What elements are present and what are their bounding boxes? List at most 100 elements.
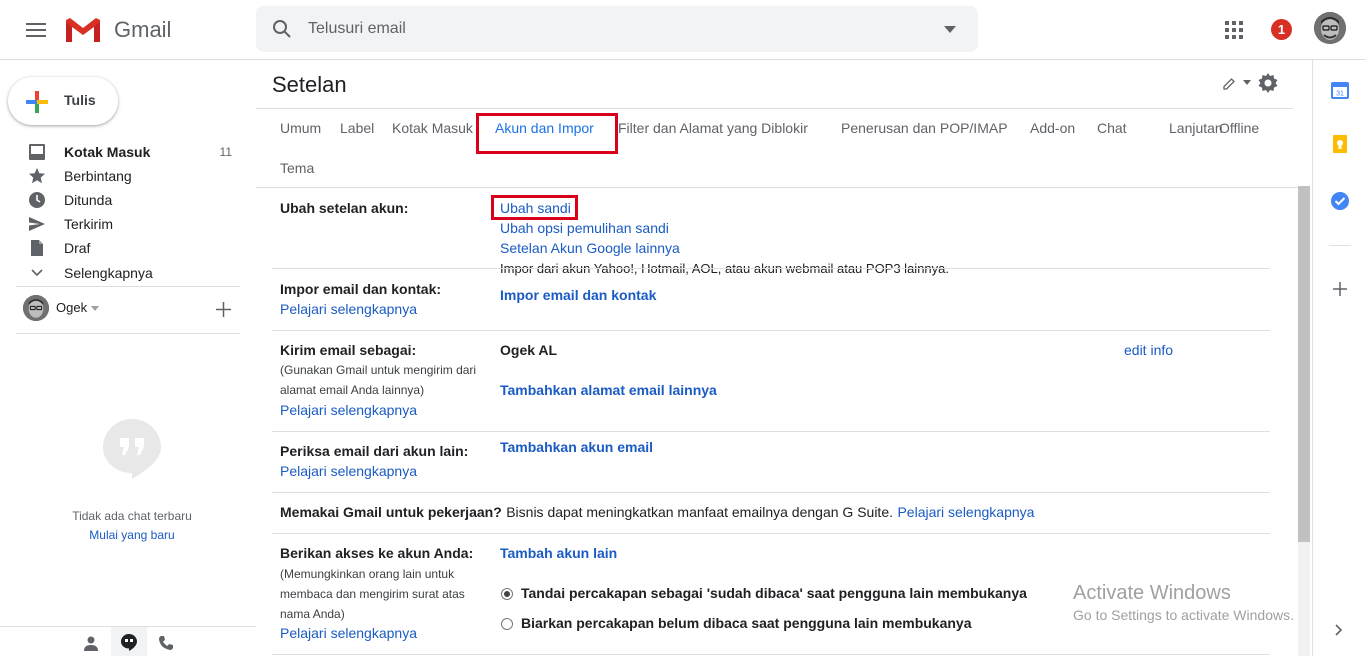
hangouts-quote-icon	[103, 419, 161, 479]
notification-badge[interactable]: 1	[1271, 19, 1292, 40]
section-label-import: Impor email dan kontak:	[280, 281, 442, 297]
nav-item-inbox[interactable]: Kotak Masuk 11	[0, 140, 248, 164]
clock-icon	[29, 192, 45, 208]
expand-panel-chevron-icon[interactable]	[1335, 624, 1343, 636]
learn-more-link[interactable]: Pelajari selengkapnya	[280, 301, 417, 317]
section-label-work: Memakai Gmail untuk pekerjaan?	[280, 504, 502, 520]
search-icon[interactable]	[272, 19, 292, 39]
title-divider	[256, 108, 1293, 109]
gear-icon[interactable]	[1258, 73, 1278, 93]
send-as-account-name: Ogek AL	[500, 342, 558, 358]
search-bar[interactable]	[256, 6, 978, 52]
change-recovery-link[interactable]: Ubah opsi pemulihan sandi	[500, 220, 669, 236]
work-text: Bisnis dapat meningkatkan manfaat emailn…	[506, 504, 893, 520]
keep-icon[interactable]	[1332, 134, 1348, 154]
search-input[interactable]	[308, 16, 908, 42]
radio-leave-unread[interactable]	[501, 618, 513, 630]
top-bar: Gmail 1	[0, 0, 1366, 60]
learn-more-link[interactable]: Pelajari selengkapnya	[280, 402, 417, 418]
add-mail-account-link[interactable]: Tambahkan akun email	[500, 439, 653, 455]
contacts-person-icon[interactable]	[83, 635, 99, 651]
edit-info-link[interactable]: edit info	[1124, 342, 1173, 358]
tabs-divider	[256, 187, 1298, 188]
tab-labels[interactable]: Label	[340, 120, 374, 136]
hangouts-divider	[16, 333, 240, 334]
row-divider	[272, 533, 1270, 534]
search-options-chevron-icon[interactable]	[944, 26, 956, 33]
row-divider	[272, 492, 1270, 493]
tab-filters[interactable]: Filter dan Alamat yang Diblokir	[618, 120, 808, 136]
new-chat-plus-icon[interactable]	[216, 302, 231, 317]
main-menu-icon[interactable]	[16, 14, 56, 46]
nav-label: Draf	[64, 240, 91, 256]
learn-more-link[interactable]: Pelajari selengkapnya	[280, 625, 417, 641]
account-avatar[interactable]	[1314, 12, 1346, 44]
section-label-change-account: Ubah setelan akun:	[280, 200, 409, 216]
highlight-box-tab	[476, 113, 618, 154]
pencil-icon[interactable]	[1222, 77, 1236, 91]
start-chat-link[interactable]: Mulai yang baru	[0, 528, 264, 542]
get-addons-plus-icon[interactable]	[1333, 282, 1347, 296]
tab-advanced[interactable]: Lanjutan	[1169, 120, 1223, 136]
user-status-chevron-icon[interactable]	[91, 306, 99, 311]
chevron-down-icon	[31, 269, 43, 277]
no-chat-text: Tidak ada chat terbaru	[72, 509, 192, 523]
avatar-face-icon	[1314, 12, 1346, 44]
page-title: Setelan	[272, 72, 347, 97]
nav-label: Terkirim	[64, 216, 113, 232]
gmail-m-icon	[66, 18, 100, 42]
row-divider	[272, 654, 1270, 655]
import-mail-contacts-link[interactable]: Impor email dan kontak	[500, 287, 656, 303]
nav-label: Berbintang	[64, 168, 132, 184]
density-chevron-icon[interactable]	[1243, 80, 1251, 85]
compose-label: Tulis	[64, 92, 96, 108]
nav-item-starred[interactable]: Berbintang	[0, 164, 248, 188]
add-email-address-link[interactable]: Tambahkan alamat email lainnya	[500, 382, 717, 398]
svg-text:31: 31	[1336, 91, 1344, 98]
side-panel-divider	[1329, 245, 1351, 246]
section-label-grant-access: Berikan akses ke akun Anda:	[280, 545, 474, 561]
add-another-account-link[interactable]: Tambah akun lain	[500, 545, 617, 561]
row-divider	[272, 268, 1270, 269]
inbox-count: 11	[219, 145, 232, 159]
option-leave-unread-label[interactable]: Biarkan percakapan belum dibaca saat pen…	[521, 615, 972, 631]
learn-more-link[interactable]: Pelajari selengkapnya	[280, 463, 417, 479]
nav-label: Selengkapnya	[64, 265, 153, 281]
tab-chat[interactable]: Chat	[1097, 120, 1127, 136]
option-mark-read-label[interactable]: Tandai percakapan sebagai 'sudah dibaca'…	[521, 585, 1027, 601]
send-as-note: (Gunakan Gmail untuk mengirim dari alama…	[280, 363, 477, 397]
hangouts-user-name[interactable]: Ogek	[56, 300, 87, 315]
nav-label: Kotak Masuk	[64, 144, 151, 160]
nav-item-sent[interactable]: Terkirim	[0, 212, 248, 236]
nav-label: Ditunda	[64, 192, 113, 208]
tab-offline[interactable]: Offline	[1219, 120, 1259, 136]
grant-access-note: (Memungkinkan orang lain untuk membaca d…	[280, 567, 465, 621]
send-icon	[29, 217, 45, 231]
tab-addons[interactable]: Add-on	[1030, 120, 1075, 136]
nav-item-drafts[interactable]: Draf	[0, 236, 248, 260]
tab-themes[interactable]: Tema	[280, 160, 314, 176]
row-divider	[272, 431, 1270, 432]
radio-mark-read[interactable]	[501, 588, 513, 600]
gmail-logo[interactable]: Gmail	[64, 14, 171, 46]
learn-more-link[interactable]: Pelajari selengkapnya	[897, 504, 1034, 520]
nav-item-snoozed[interactable]: Ditunda	[0, 188, 248, 212]
scrollbar-thumb[interactable]	[1298, 186, 1310, 542]
activate-windows-title: Activate Windows	[1073, 582, 1231, 604]
apps-grid-icon[interactable]	[1222, 18, 1246, 42]
compose-button[interactable]: Tulis	[8, 77, 118, 125]
hangouts-tab[interactable]	[111, 627, 147, 656]
tasks-icon[interactable]	[1330, 191, 1350, 211]
google-account-settings-link[interactable]: Setelan Akun Google lainnya	[500, 240, 680, 256]
tab-forwarding[interactable]: Penerusan dan POP/IMAP	[841, 120, 1008, 136]
tab-general[interactable]: Umum	[280, 120, 321, 136]
row-divider	[272, 330, 1270, 331]
activate-windows-subtitle: Go to Settings to activate Windows.	[1073, 607, 1294, 623]
hangouts-avatar[interactable]	[23, 295, 49, 321]
phone-icon[interactable]	[158, 635, 174, 651]
tab-inbox[interactable]: Kotak Masuk	[392, 120, 476, 136]
nav-item-more[interactable]: Selengkapnya	[0, 261, 248, 285]
calendar-icon[interactable]: 31	[1330, 80, 1350, 100]
app-name: Gmail	[114, 17, 172, 42]
side-panel: 31	[1312, 60, 1366, 656]
